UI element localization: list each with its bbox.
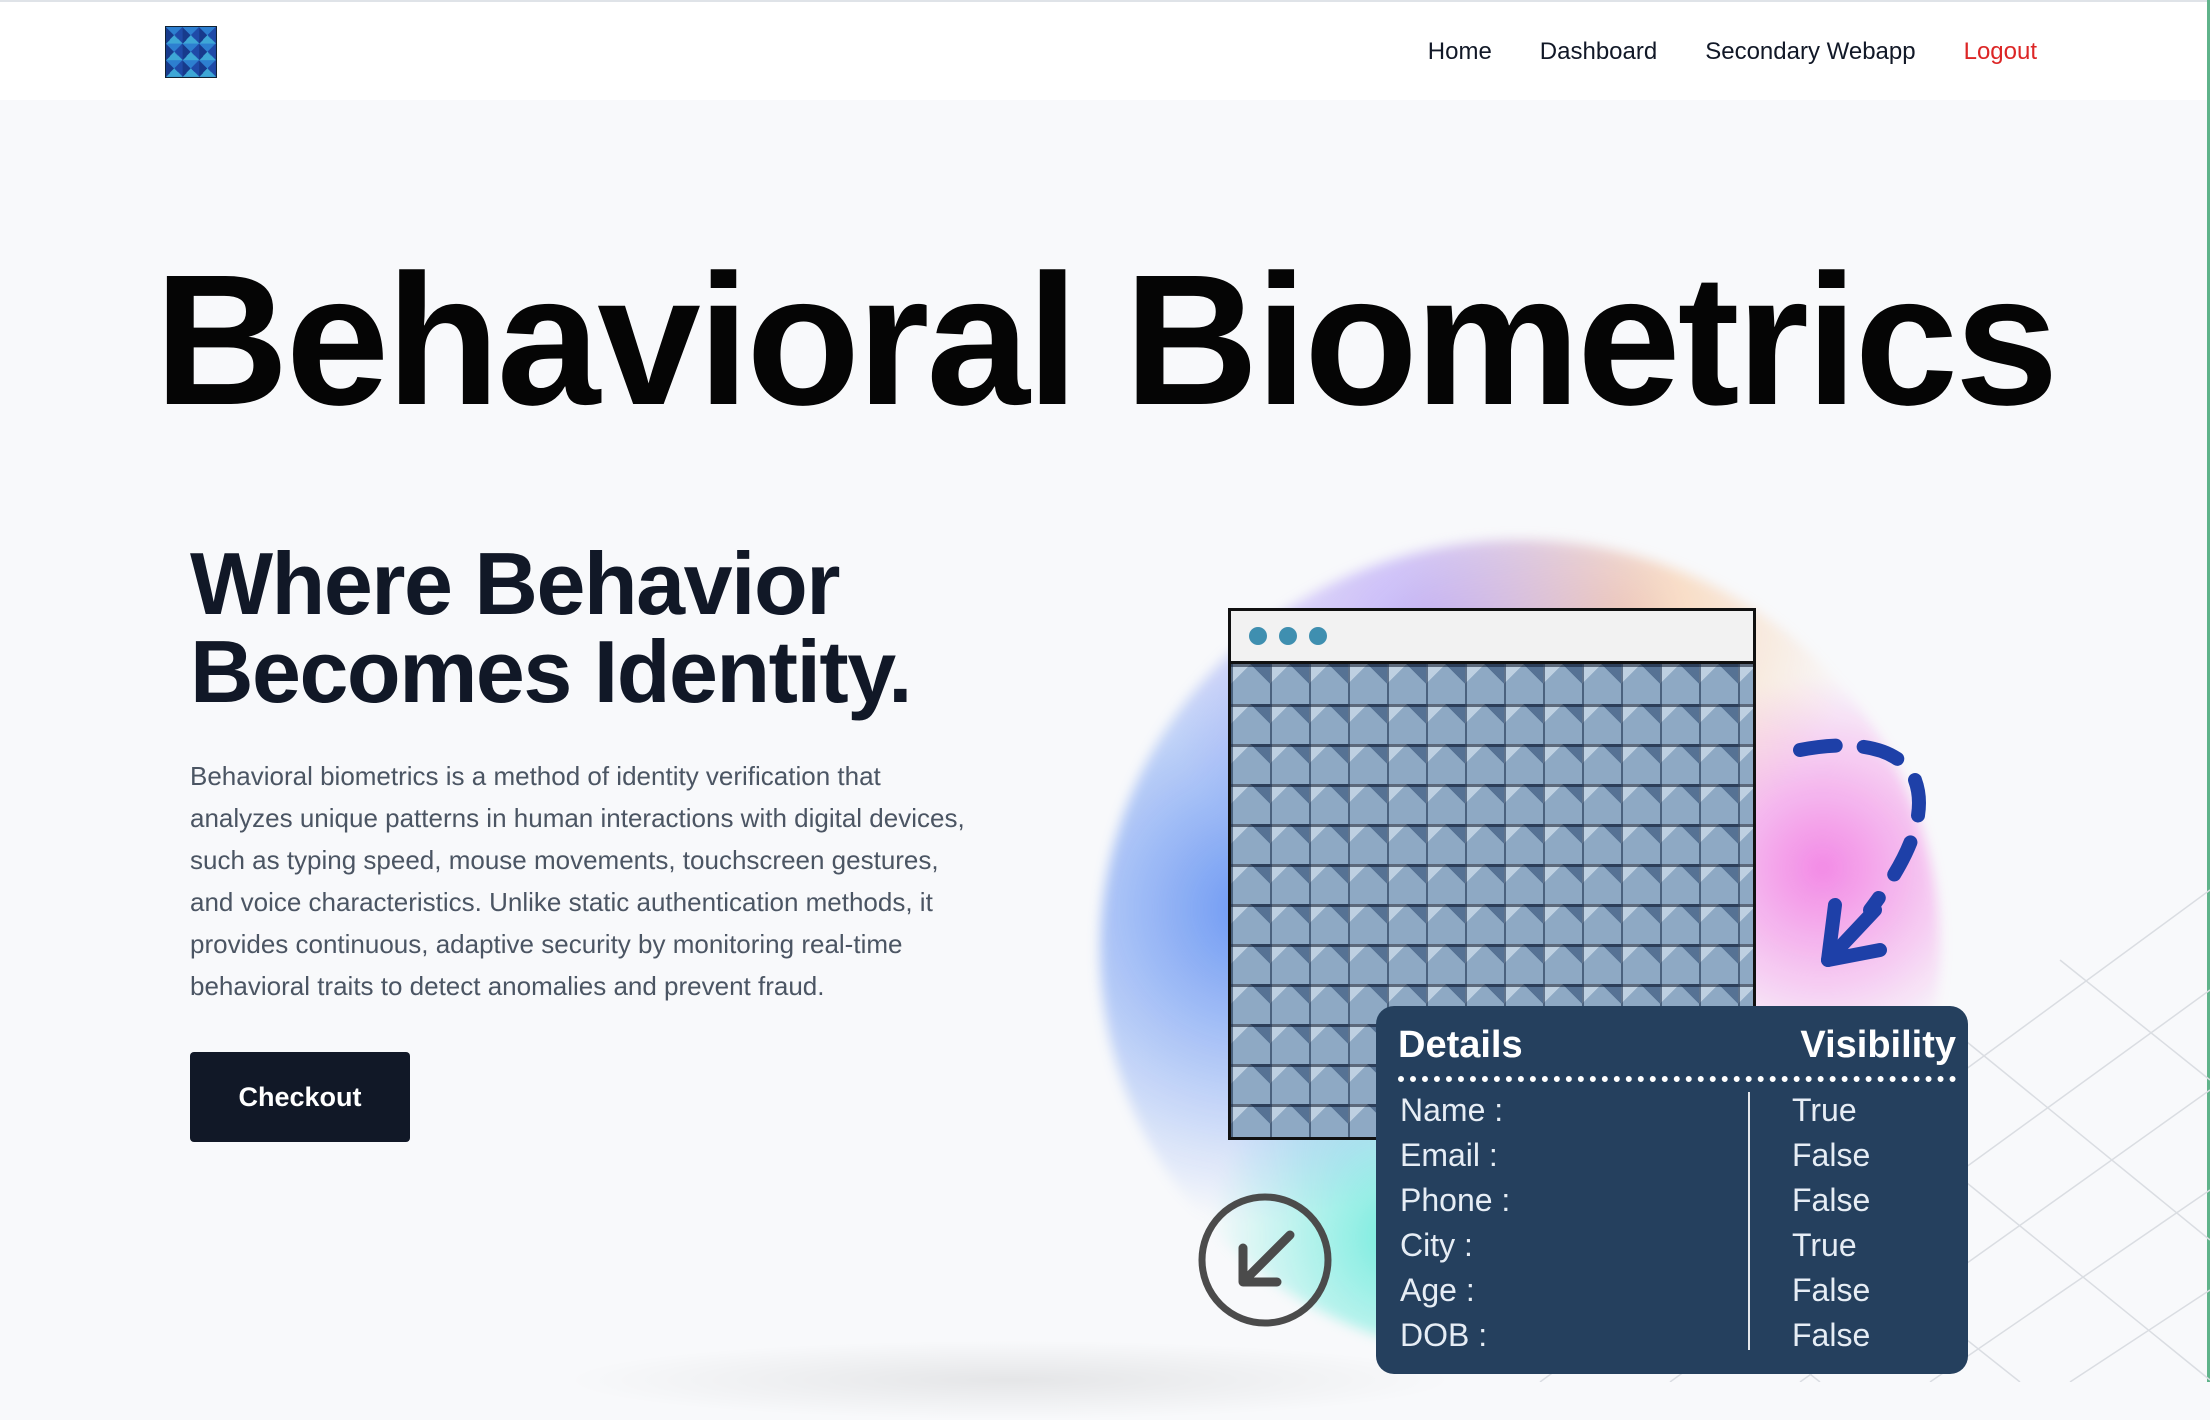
dashed-curved-arrow-icon — [1793, 738, 1926, 967]
headline-line-2: Becomes Identity. — [190, 622, 913, 721]
card-row-phone: Phone : False — [1398, 1178, 1956, 1223]
row-visibility-value: False — [1792, 1272, 1871, 1308]
details-visibility-card: Details Visibility Name : True Email : F… — [1376, 1006, 1968, 1374]
card-row-name: Name : True — [1398, 1088, 1956, 1133]
row-visibility-value: False — [1792, 1137, 1871, 1173]
row-visibility-value: False — [1792, 1317, 1871, 1353]
checkout-button[interactable]: Checkout — [190, 1052, 410, 1142]
nav-logout-link[interactable]: Logout — [1964, 38, 2037, 66]
row-visibility-value: False — [1792, 1182, 1871, 1218]
hero-illustration: Details Visibility Name : True Email : F… — [1080, 520, 2210, 1382]
row-visibility-value: True — [1792, 1092, 1857, 1128]
hero-title: Behavioral Biometrics — [154, 237, 2058, 444]
nav-secondary-webapp-link[interactable]: Secondary Webapp — [1705, 38, 1915, 66]
row-field-label: Email : — [1400, 1137, 1498, 1173]
top-navbar: Home Dashboard Secondary Webapp Logout — [0, 0, 2207, 100]
nav-dashboard-link[interactable]: Dashboard — [1540, 38, 1657, 66]
card-header: Details Visibility — [1398, 1020, 1956, 1070]
hero-headline: Where Behavior Becomes Identity. — [190, 534, 913, 721]
nav-home-link[interactable]: Home — [1428, 38, 1492, 66]
row-visibility-value: True — [1792, 1227, 1857, 1263]
row-field-label: City : — [1400, 1227, 1473, 1263]
card-column-divider — [1748, 1092, 1750, 1350]
row-field-label: DOB : — [1400, 1317, 1488, 1353]
down-left-arrow-circle-icon — [1198, 1193, 1332, 1327]
card-row-email: Email : False — [1398, 1133, 1956, 1178]
card-table: Name : True Email : False Phone : False … — [1398, 1088, 1956, 1358]
card-row-dob: DOB : False — [1398, 1313, 1956, 1358]
browser-title-bar — [1231, 611, 1753, 664]
card-visibility-title: Visibility — [1800, 1023, 1956, 1066]
window-dot-icon — [1309, 627, 1327, 645]
row-field-label: Age : — [1400, 1272, 1475, 1308]
headline-line-1: Where Behavior — [190, 534, 840, 633]
row-field-label: Phone : — [1400, 1182, 1511, 1218]
nav-links: Home Dashboard Secondary Webapp Logout — [1428, 38, 2037, 66]
logo-icon[interactable] — [165, 26, 217, 78]
window-dot-icon — [1279, 627, 1297, 645]
card-dotted-divider — [1398, 1076, 1956, 1082]
window-dot-icon — [1249, 627, 1267, 645]
row-field-label: Name : — [1400, 1092, 1504, 1128]
card-row-city: City : True — [1398, 1223, 1956, 1268]
hero-description: Behavioral biometrics is a method of ide… — [190, 761, 965, 1001]
card-row-age: Age : False — [1398, 1268, 1956, 1313]
card-details-title: Details — [1398, 1023, 1523, 1066]
